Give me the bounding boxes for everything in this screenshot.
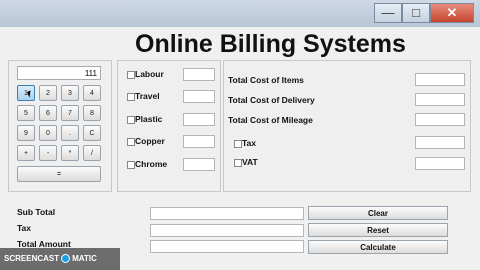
close-button[interactable]: ✕ bbox=[430, 3, 474, 23]
copper-checkbox[interactable] bbox=[127, 138, 135, 146]
plastic-checkbox[interactable] bbox=[127, 116, 135, 124]
key-9[interactable]: 9 bbox=[17, 125, 35, 141]
vat-label: VAT bbox=[242, 157, 258, 167]
key-minus[interactable]: - bbox=[39, 145, 57, 161]
key-multiply[interactable]: * bbox=[61, 145, 79, 161]
labour-checkbox[interactable] bbox=[127, 71, 135, 79]
vat-cost-field[interactable] bbox=[415, 157, 465, 170]
plastic-input[interactable] bbox=[183, 113, 215, 126]
delivery-cost-label: Total Cost of Delivery bbox=[228, 95, 315, 105]
summary-tax-field[interactable] bbox=[150, 224, 304, 237]
copper-input[interactable] bbox=[183, 135, 215, 148]
watermark-left-text: SCREENCAST bbox=[4, 254, 60, 263]
tax-checkbox[interactable] bbox=[234, 140, 242, 148]
reset-button[interactable]: Reset bbox=[308, 223, 448, 237]
mileage-cost-field[interactable] bbox=[415, 113, 465, 126]
labour-label: Labour bbox=[135, 69, 164, 79]
watermark-right-text: MATIC bbox=[72, 254, 97, 263]
key-3[interactable]: 3 bbox=[61, 85, 79, 101]
screencast-logo-icon bbox=[61, 254, 71, 264]
key-divide[interactable]: / bbox=[83, 145, 101, 161]
screencast-watermark: SCREENCAST MATIC bbox=[0, 248, 120, 270]
total-amount-field[interactable] bbox=[150, 240, 304, 253]
chrome-checkbox[interactable] bbox=[127, 161, 135, 169]
key-7[interactable]: 7 bbox=[61, 105, 79, 121]
calculate-button[interactable]: Calculate bbox=[308, 240, 448, 254]
key-0[interactable]: 0 bbox=[39, 125, 57, 141]
key-4[interactable]: 4 bbox=[83, 85, 101, 101]
plastic-label: Plastic bbox=[135, 114, 163, 124]
tax-label: Tax bbox=[242, 138, 257, 148]
travel-input[interactable] bbox=[183, 90, 215, 103]
window-titlebar: — □ ✕ bbox=[0, 0, 480, 27]
key-6[interactable]: 6 bbox=[39, 105, 57, 121]
key-clear[interactable]: C bbox=[83, 125, 101, 141]
key-1[interactable]: 1 bbox=[17, 85, 35, 101]
maximize-button[interactable]: □ bbox=[402, 3, 430, 23]
delivery-cost-field[interactable] bbox=[415, 93, 465, 106]
subtotal-field[interactable] bbox=[150, 207, 304, 220]
key-decimal[interactable]: . bbox=[61, 125, 79, 141]
key-plus[interactable]: + bbox=[17, 145, 35, 161]
key-8[interactable]: 8 bbox=[83, 105, 101, 121]
summary-tax-label: Tax bbox=[17, 223, 32, 233]
labour-input[interactable] bbox=[183, 68, 215, 81]
chrome-label: Chrome bbox=[135, 159, 168, 169]
items-cost-label: Total Cost of Items bbox=[228, 75, 304, 85]
travel-label: Travel bbox=[135, 91, 160, 101]
mileage-cost-label: Total Cost of Mileage bbox=[228, 115, 313, 125]
minimize-button[interactable]: — bbox=[374, 3, 402, 23]
vat-checkbox[interactable] bbox=[234, 159, 242, 167]
key-2[interactable]: 2 bbox=[39, 85, 57, 101]
page-title: Online Billing Systems bbox=[135, 30, 406, 58]
items-cost-field[interactable] bbox=[415, 73, 465, 86]
copper-label: Copper bbox=[135, 136, 165, 146]
calculator-display: 111 bbox=[17, 66, 101, 80]
key-5[interactable]: 5 bbox=[17, 105, 35, 121]
travel-checkbox[interactable] bbox=[127, 93, 135, 101]
chrome-input[interactable] bbox=[183, 158, 215, 171]
subtotal-label: Sub Total bbox=[17, 207, 56, 217]
clear-button[interactable]: Clear bbox=[308, 206, 448, 220]
tax-cost-field[interactable] bbox=[415, 136, 465, 149]
key-equals[interactable]: = bbox=[17, 166, 101, 182]
